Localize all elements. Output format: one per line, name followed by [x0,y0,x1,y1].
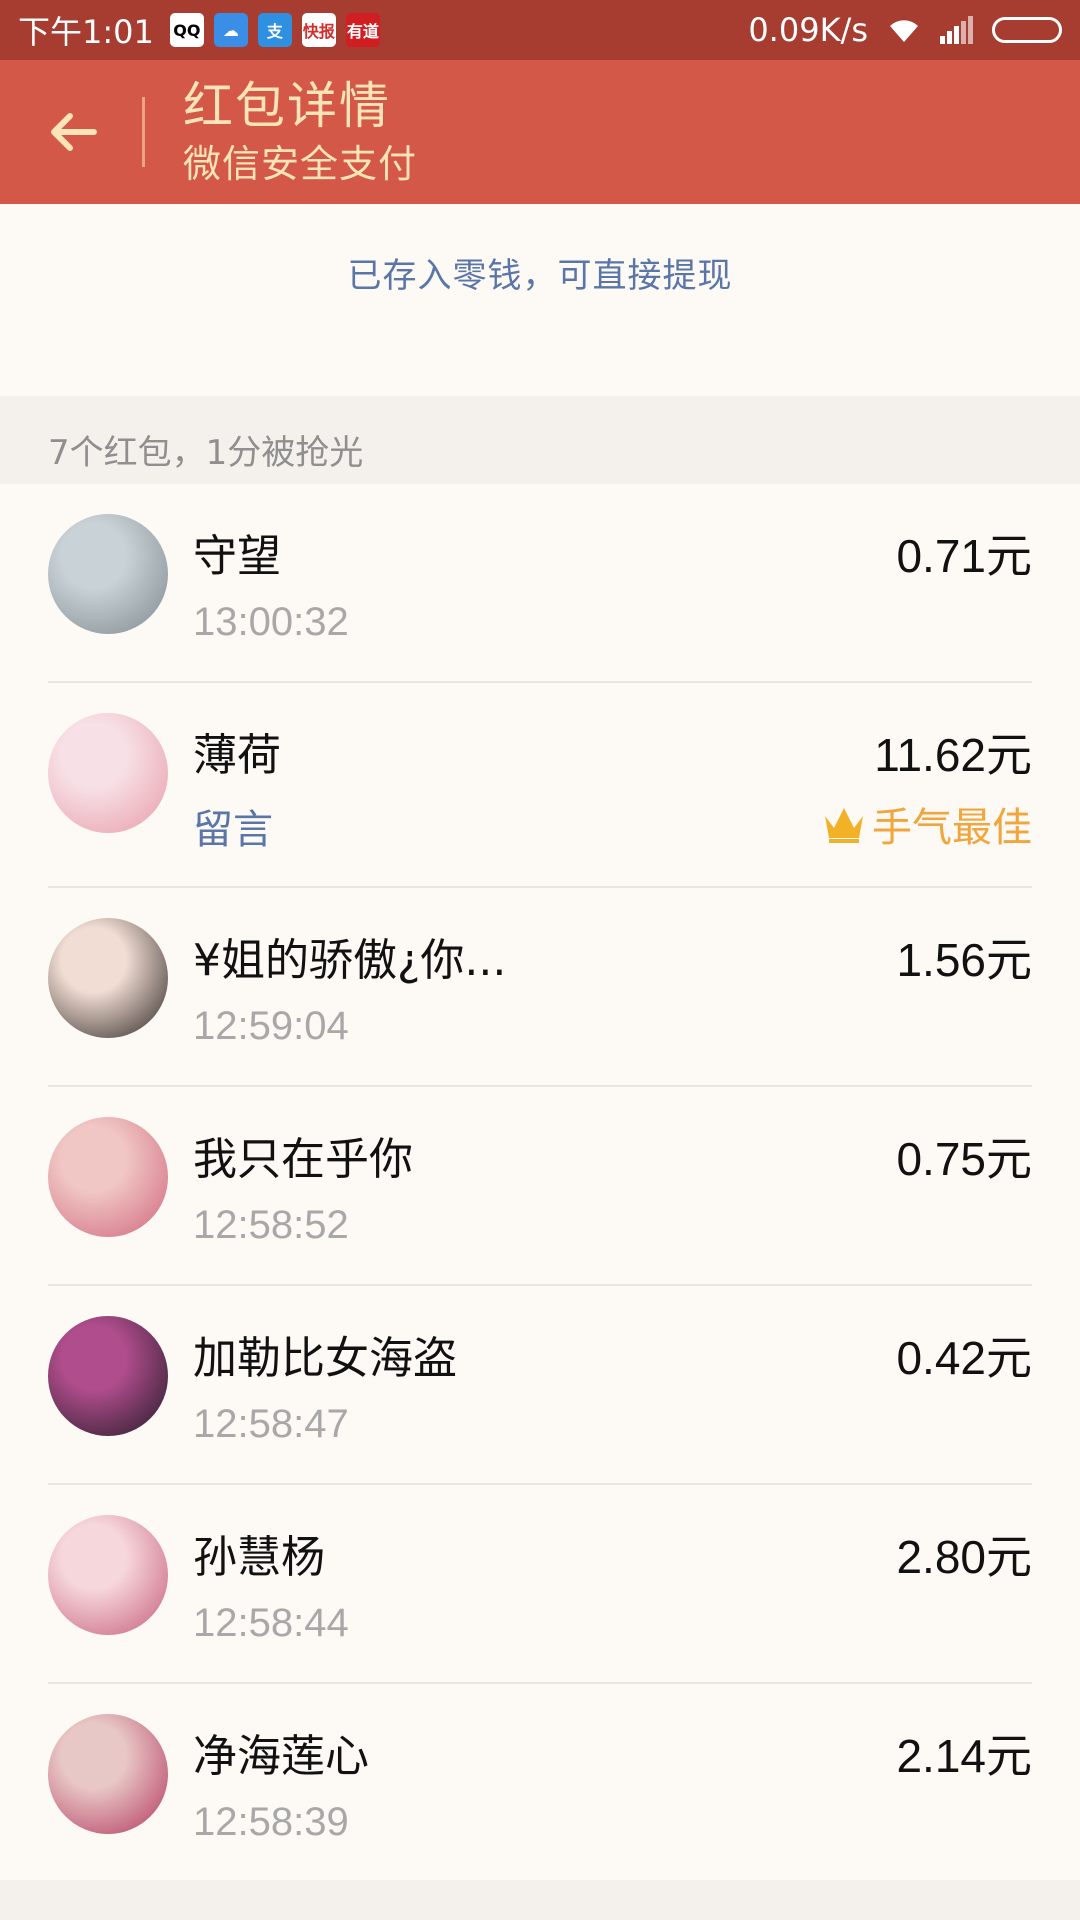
list-item[interactable]: ¥姐的骄傲¿你... 12:59:04 1.56元 [0,888,1080,1087]
back-button[interactable] [0,60,144,204]
back-arrow-icon [51,113,97,151]
alipay-icon: 支 [257,13,292,47]
record-list: 守望 13:00:32 0.71元 薄荷 留言 11.62元 手气最佳 ¥姐的骄… [0,484,1080,1883]
network-speed: 0.09K/s [748,11,868,49]
change-balance-link[interactable]: 已存入零钱，可直接提现 [348,248,733,396]
list-item[interactable]: 加勒比女海盗 12:58:47 0.42元 [0,1286,1080,1485]
summary-text: 7个红包，1分被抢光 [48,432,364,473]
avatar[interactable] [48,514,168,634]
grab-time: 12:58:47 [193,1402,349,1446]
cloud-icon: ☁ [213,13,248,47]
status-time: 下午1:01 [18,13,154,51]
amount: 0.42元 [896,1332,1032,1384]
summary-bar: 7个红包，1分被抢光 [0,396,1080,484]
user-name: 净海莲心 [193,1731,369,1782]
signal-icon [940,16,973,44]
grab-time: 12:59:04 [193,1004,349,1048]
header-titles: 红包详情 微信安全支付 [183,74,417,190]
user-name: 孙慧杨 [193,1532,325,1583]
avatar[interactable] [48,918,168,1038]
amount: 2.80元 [896,1531,1032,1583]
user-name: 我只在乎你 [193,1134,413,1185]
avatar[interactable] [48,1316,168,1436]
page-title: 红包详情 [183,77,391,135]
grab-time: 12:58:44 [193,1601,349,1645]
avatar[interactable] [48,1714,168,1834]
best-luck-label: 手气最佳 [872,805,1032,851]
kuaibao-icon: 快报 [301,13,336,47]
notification-icons: QQ ☁ 支 快报 有道 [169,13,380,47]
status-bar: 下午1:01 QQ ☁ 支 快报 有道 0.09K/s [0,0,1080,60]
amount: 2.14元 [896,1730,1032,1782]
amount: 11.62元 [874,729,1032,781]
wifi-icon [890,20,918,42]
user-name: 守望 [193,531,281,582]
comment-link[interactable]: 留言 [193,797,273,855]
best-luck-badge: 手气最佳 [822,795,1032,853]
list-item[interactable]: 孙慧杨 12:58:44 2.80元 [0,1485,1080,1684]
youdao-icon: 有道 [345,13,380,47]
status-indicators: 0.09K/s [748,11,1062,49]
avatar[interactable] [48,1117,168,1237]
list-item[interactable]: 我只在乎你 12:58:52 0.75元 [0,1087,1080,1286]
list-item[interactable]: 净海莲心 12:58:39 2.14元 [0,1684,1080,1883]
user-name: ¥姐的骄傲¿你... [193,935,507,986]
amount: 1.56元 [896,934,1032,986]
grab-time: 12:58:39 [193,1800,349,1844]
avatar[interactable] [48,1515,168,1635]
grab-time: 13:00:32 [193,600,349,644]
page-subtitle: 微信安全支付 [183,142,418,186]
crown-icon [825,808,863,843]
amount: 0.75元 [896,1133,1032,1185]
list-item[interactable]: 薄荷 留言 11.62元 手气最佳 [0,683,1080,888]
list-item[interactable]: 守望 13:00:32 0.71元 [0,484,1080,683]
grab-time: 12:58:52 [193,1203,349,1247]
avatar[interactable] [48,713,168,833]
header-bar: 红包详情 微信安全支付 [0,60,1080,204]
user-name: 加勒比女海盗 [193,1333,457,1384]
amount: 0.71元 [896,530,1032,582]
notice-area: 已存入零钱，可直接提现 [0,204,1080,396]
battery-icon [992,17,1062,43]
user-name: 薄荷 [193,730,281,781]
qq-icon: QQ [169,13,204,47]
bottom-spacer [0,1880,1080,1920]
